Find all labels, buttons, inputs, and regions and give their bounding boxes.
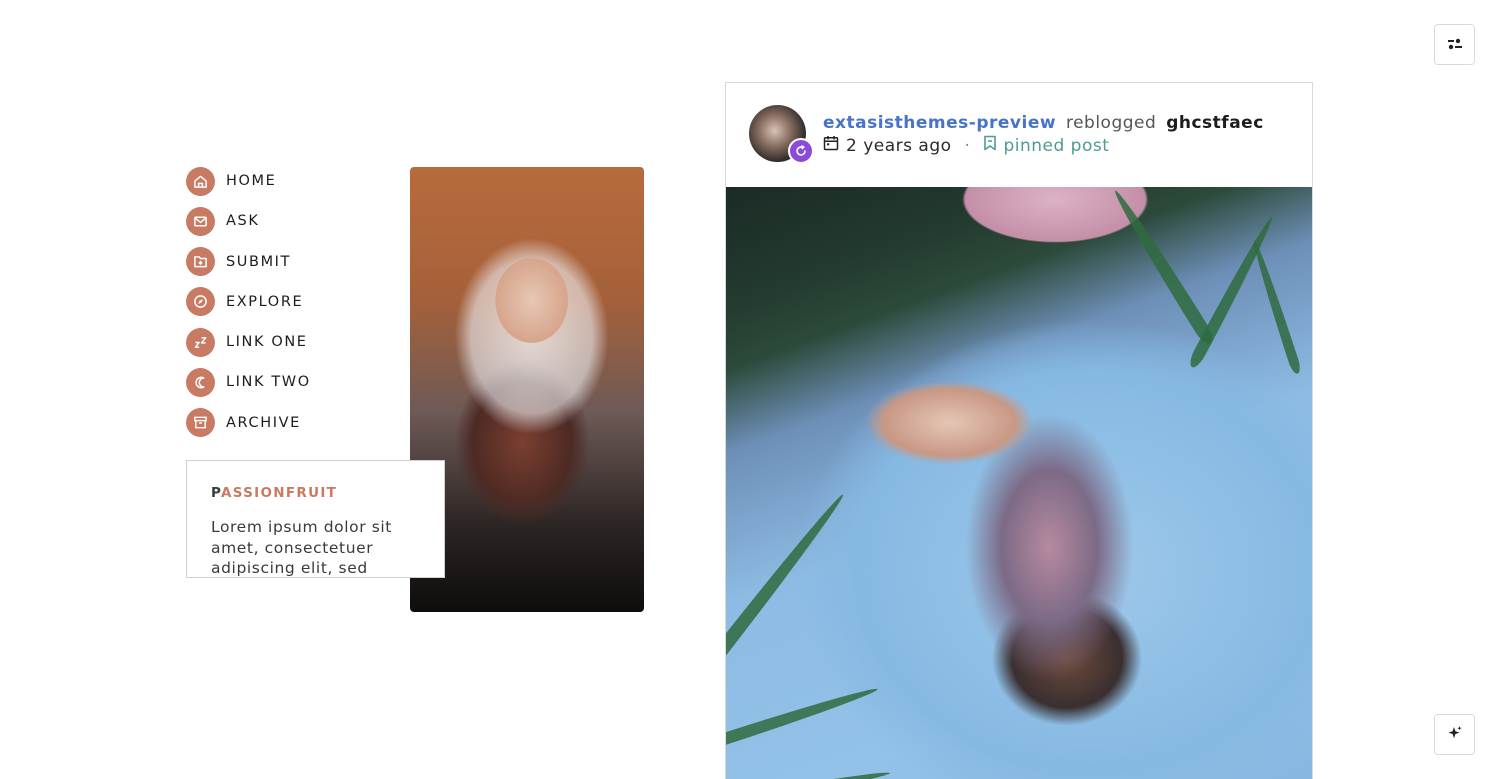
nav-label: ARCHIVE <box>226 414 301 431</box>
reed-leaf <box>1109 186 1217 348</box>
sparkle-button[interactable] <box>1434 714 1475 755</box>
moon-icon <box>186 367 215 397</box>
bio-box[interactable]: PASSIONFRUIT Lorem ipsum dolor sit amet,… <box>186 460 445 578</box>
nav-item-submit[interactable]: SUBMIT <box>186 247 311 277</box>
reed-leaf <box>1249 238 1303 376</box>
nav-label: HOME <box>226 173 277 189</box>
home-icon <box>186 166 215 196</box>
nav-label: SUBMIT <box>226 253 292 270</box>
archive-box-icon <box>186 408 215 438</box>
post-timestamp[interactable]: 2 years ago <box>846 136 952 156</box>
mail-icon <box>186 206 215 236</box>
nav-item-link-two[interactable]: LINK TWO <box>186 367 311 397</box>
page: HOME ASK SUBMIT EXPLORE LINK ONE LINK TW… <box>0 0 1500 779</box>
author-link[interactable]: extasisthemes-preview <box>823 113 1056 133</box>
reed-leaf <box>726 683 880 751</box>
nav-item-explore[interactable]: EXPLORE <box>186 287 311 317</box>
bookmark-icon <box>983 135 997 156</box>
nav-label: EXPLORE <box>226 293 304 310</box>
reblog-action-text: reblogged <box>1065 113 1157 133</box>
bio-title: PASSIONFRUIT <box>211 485 420 501</box>
compass-icon <box>186 287 215 317</box>
reed-leaf <box>1186 214 1278 370</box>
customize-sliders-icon <box>1447 35 1462 54</box>
sparkles-icon <box>1447 725 1463 745</box>
nav-label: ASK <box>226 213 260 230</box>
customize-button[interactable] <box>1434 24 1475 65</box>
submit-folder-icon <box>186 247 215 277</box>
source-link[interactable]: ghcstfaec <box>1166 113 1264 133</box>
post-header: extasisthemes-preview reblogged ghcstfae… <box>726 83 1312 188</box>
post-card: extasisthemes-preview reblogged ghcstfae… <box>725 82 1313 779</box>
reblog-badge-icon <box>788 138 814 164</box>
meta-separator: · <box>964 135 971 156</box>
nav-item-archive[interactable]: ARCHIVE <box>186 408 311 438</box>
nav-item-ask[interactable]: ASK <box>186 206 311 236</box>
bio-text: Lorem ipsum dolor sit amet, consectetuer… <box>211 518 392 577</box>
sidebar-nav: HOME ASK SUBMIT EXPLORE LINK ONE LINK TW… <box>186 166 311 448</box>
reed-leaf <box>726 490 849 704</box>
nav-item-link-one[interactable]: LINK ONE <box>186 327 311 357</box>
nav-item-home[interactable]: HOME <box>186 166 311 196</box>
pinned-post-label: pinned post <box>1003 135 1110 156</box>
nav-label: LINK ONE <box>226 334 308 351</box>
post-photo <box>726 186 1312 779</box>
nav-label: LINK TWO <box>226 374 311 391</box>
bio-title-initial: P <box>211 485 221 501</box>
post-attribution: extasisthemes-preview reblogged ghcstfae… <box>823 113 1264 133</box>
sidebar-photo <box>410 167 644 612</box>
reed-leaf <box>731 768 891 779</box>
bio-title-rest: ASSIONFRUIT <box>220 485 338 501</box>
calendar-icon <box>823 135 839 156</box>
zzz-icon <box>186 327 215 357</box>
post-meta: 2 years ago · pinned post <box>823 135 1109 156</box>
